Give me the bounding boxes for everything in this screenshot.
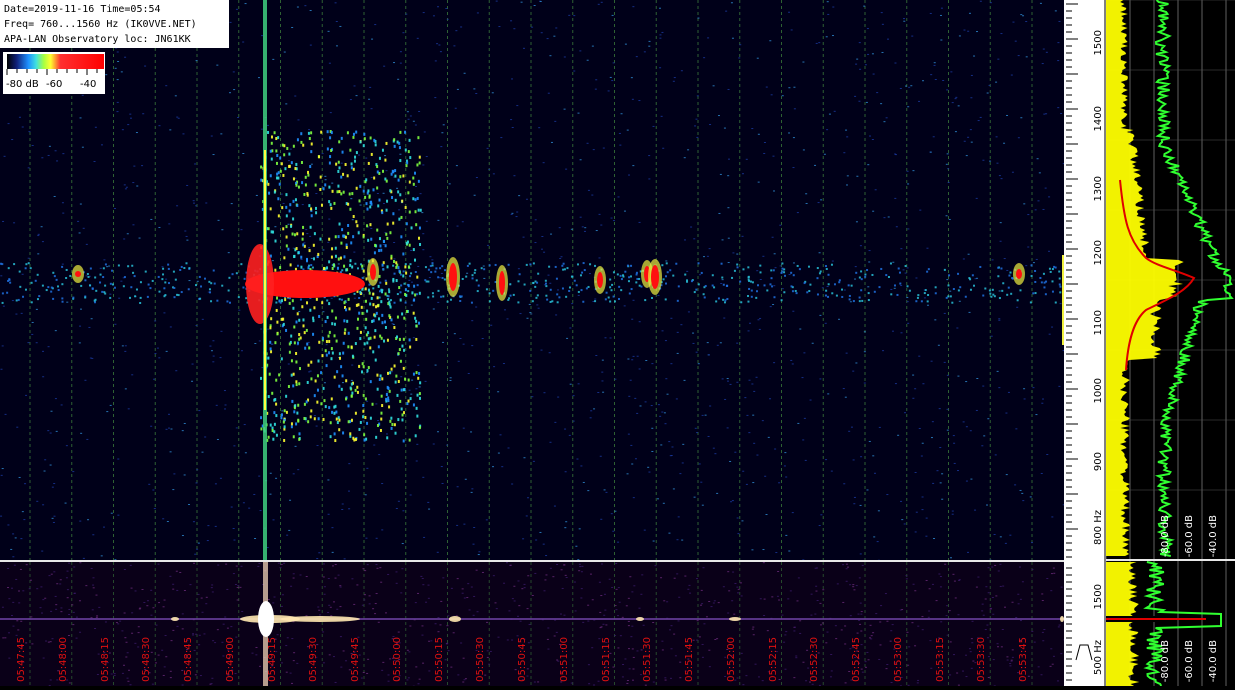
time-label: 05:50:00 [392, 637, 403, 682]
time-label: 05:50:45 [517, 637, 528, 682]
date-time-line: Date=2019-11-16 Time=05:54 [4, 2, 225, 17]
time-label: 05:51:45 [684, 637, 695, 682]
wideband-canvas [0, 562, 1064, 686]
time-label: 05:49:30 [308, 637, 319, 682]
time-label: 05:50:30 [475, 637, 486, 682]
power-trace-yellow-bottom [1106, 562, 1139, 686]
time-label: 05:48:30 [141, 637, 152, 682]
wideband-noise [2, 562, 1064, 686]
db-label-top-80: -80.0 dB [1160, 515, 1171, 557]
time-label: 05:50:15 [434, 637, 445, 682]
time-label: 05:48:45 [183, 637, 194, 682]
time-label: 05:47:45 [16, 637, 27, 682]
db-label-bottom-40: -40.0 dB [1208, 640, 1219, 682]
noise-speckles [0, 1, 1064, 560]
waterfall-canvas [0, 0, 1064, 560]
time-label: 05:51:00 [559, 637, 570, 682]
meteor-pings [72, 257, 1025, 301]
time-label: 05:49:00 [225, 637, 236, 682]
freq-label-800: 800 Hz [1093, 510, 1104, 545]
db-label-top-60: -60.0 dB [1184, 515, 1195, 557]
time-label: 05:53:00 [893, 637, 904, 682]
time-label: 05:52:45 [851, 637, 862, 682]
freq-label-1300: 1300 [1093, 176, 1104, 201]
db-label-bottom-60: -60.0 dB [1184, 640, 1195, 682]
frequency-line: Freq= 760...1560 Hz (IK0VVE.NET) [4, 17, 225, 32]
color-scale-label-mid: -60 [46, 79, 62, 90]
time-label: 05:53:30 [976, 637, 987, 682]
color-scale-gradient [7, 54, 104, 69]
db-label-bottom-80: -80.0 dB [1160, 640, 1171, 682]
freq-label-bottom-1500: 1500 [1093, 584, 1104, 609]
time-label: 05:52:30 [809, 637, 820, 682]
observatory-line: APA-LAN Observatory loc: JN61KK [4, 32, 225, 47]
freq-label-900: 900 [1093, 452, 1104, 471]
freq-label-1000: 1000 [1093, 378, 1104, 403]
time-label: 05:48:15 [100, 637, 111, 682]
freq-label-1200: 1200 [1093, 240, 1104, 265]
color-scale-label-max: -40 [80, 79, 96, 90]
freq-label-1400: 1400 [1093, 106, 1104, 131]
wideband-burst [258, 601, 274, 637]
time-label: 05:51:15 [601, 637, 612, 682]
signal-band [0, 262, 1064, 304]
time-label: 05:52:15 [768, 637, 779, 682]
time-label: 05:49:15 [267, 637, 278, 682]
power-trace-yellow [1106, 0, 1184, 556]
waterfall-spectrogram [0, 0, 1064, 560]
color-scale-legend: -80 dB -60 -40 [3, 52, 105, 94]
wideband-spectrogram [0, 562, 1064, 686]
color-scale-label-min: -80 dB [6, 79, 39, 90]
db-label-top-40: -40.0 dB [1208, 515, 1219, 557]
freq-label-1500: 1500 [1093, 30, 1104, 55]
wideband-line [0, 618, 1064, 620]
time-label: 05:49:45 [350, 637, 361, 682]
freq-label-1100: 1100 [1093, 310, 1104, 335]
filter-shape-icon [1076, 645, 1092, 660]
time-label: 05:53:15 [935, 637, 946, 682]
time-label: 05:53:45 [1018, 637, 1029, 682]
freq-label-bottom-500: 500 Hz [1093, 640, 1104, 675]
time-label: 05:52:00 [726, 637, 737, 682]
time-label: 05:51:30 [642, 637, 653, 682]
time-label: 05:48:00 [58, 637, 69, 682]
vertical-streak-core [264, 150, 266, 410]
info-header: Date=2019-11-16 Time=05:54 Freq= 760...1… [0, 0, 229, 48]
color-scale-ticks [4, 69, 104, 75]
power-spectrum-panel [1106, 0, 1235, 686]
burst-head [246, 244, 274, 324]
power-spectrum-traces [1106, 0, 1235, 686]
